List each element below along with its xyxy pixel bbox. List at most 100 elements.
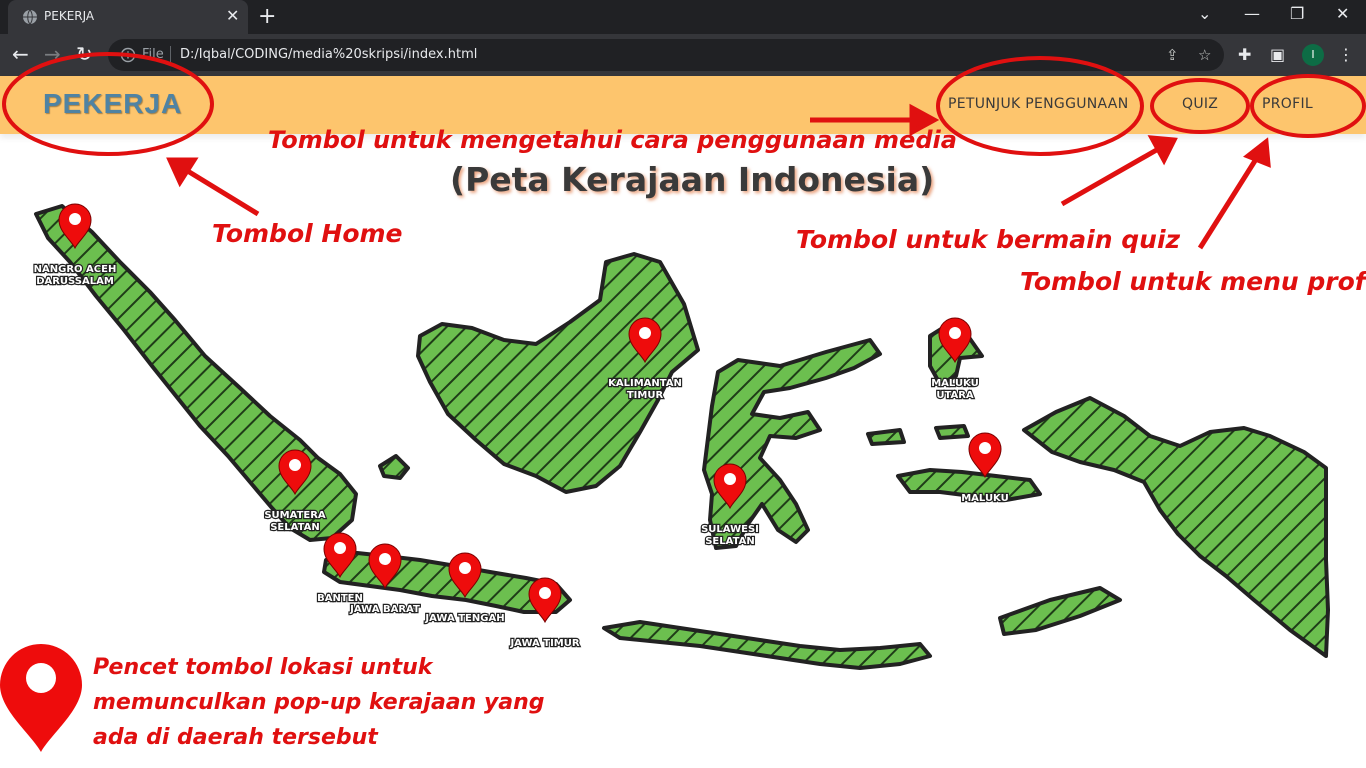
island-bali-nusa [602,620,932,670]
island-bangka [378,454,410,480]
map-pin-icon[interactable] [368,543,402,590]
location-label: MALUKU [931,378,979,389]
location-label: KALIMANTAN [608,378,682,389]
island-small-1 [866,428,906,446]
location-label: MALUKU [961,493,1009,504]
location-label: JAWA TIMUR [509,638,579,649]
side-panel-icon[interactable]: ▣ [1270,45,1285,64]
map-pin-icon[interactable] [938,317,972,364]
location-pin-9[interactable]: MALUKUUTARA [930,317,980,402]
reload-icon[interactable]: ↻ [76,44,93,64]
menu-kebab-icon[interactable]: ⋮ [1338,45,1354,64]
profile-arrowhead [1243,137,1271,168]
map-pin-dot [459,562,471,574]
extensions-icon[interactable]: ✚ [1238,45,1251,64]
profile-arrow [1197,154,1261,250]
close-tab-icon[interactable]: ✕ [226,6,239,25]
location-label: NANGRO ACEH [34,264,117,275]
address-bar[interactable]: File D:/Iqbal/CODING/media%20skripsi/ind… [108,39,1224,71]
location-label: JAWA TENGAH [424,613,504,624]
location-pin-2[interactable]: SUMATERASELATAN [263,449,327,534]
tab-search-icon[interactable]: ⌄ [1198,4,1211,23]
new-tab-icon[interactable]: + [258,4,276,29]
home-brand-link[interactable]: PEKERJA [43,88,182,120]
map-pin-icon[interactable] [968,432,1002,479]
bookmark-star-icon[interactable]: ☆ [1198,46,1211,64]
location-pin-10[interactable]: MALUKU [960,432,1010,505]
share-icon[interactable]: ⇪ [1166,46,1179,64]
island-seram [896,468,1042,502]
island-halmahera [928,324,984,386]
map-pin-dot [289,459,301,471]
home-arrowhead [166,157,199,188]
map-pin-dot [539,587,551,599]
island-kalimantan [416,252,700,494]
annotation-pin-hint-line3: ada di daerah tersebut [93,725,379,750]
location-label: BANTEN [317,593,363,604]
island-java [322,550,572,614]
map-pin-icon[interactable] [58,203,92,250]
app-navbar: PEKERJA PETUNJUK PENGGUNAAN QUIZ PROFIL [0,76,1366,134]
location-label: TIMUR [627,390,664,401]
legend-location-pin-icon [0,644,82,752]
location-label: UTARA [936,390,974,401]
map-pin-icon[interactable] [628,317,662,364]
annotation-quiz-text: Tombol untuk bermain quiz [796,225,1181,254]
location-label: JAWA BARAT [349,604,420,615]
annotation-home-text: Tombol Home [212,219,403,248]
location-label: SELATAN [270,522,320,533]
home-arrow [184,167,260,217]
map-pin-icon[interactable] [278,449,312,496]
location-label: SULAWESI [701,524,759,535]
forward-icon[interactable]: → [44,44,61,64]
location-label: SELATAN [705,536,755,547]
back-icon[interactable]: ← [12,44,29,64]
globe-icon [23,9,37,25]
minimize-icon[interactable]: — [1244,4,1260,23]
tab-title: PEKERJA [44,9,95,23]
island-papua [1022,396,1330,658]
annotation-profile-text: Tombol untuk menu profil [1020,267,1366,296]
island-sumatra [34,204,358,542]
map-pin-icon[interactable] [713,463,747,510]
address-scheme: File [142,47,164,62]
map-pin-dot [979,442,991,454]
location-pin-3[interactable]: BANTEN [316,532,364,605]
nav-petunjuk-penggunaan[interactable]: PETUNJUK PENGGUNAAN [948,96,1128,112]
island-timor [998,586,1122,636]
location-label: SUMATERA [264,510,326,521]
quiz-arrowhead [1147,135,1178,166]
location-pin-1[interactable]: NANGRO ACEHDARUSSALAM [32,203,118,288]
restore-icon[interactable]: ❐ [1290,4,1304,23]
map-pin-dot [379,553,391,565]
location-pin-4[interactable]: JAWA BARAT [348,543,421,616]
map-pin-icon[interactable] [323,532,357,579]
nav-quiz[interactable]: QUIZ [1182,96,1218,112]
quiz-arrow [1060,145,1162,207]
map-pin-dot [334,542,346,554]
address-divider [170,46,171,64]
island-small-2 [934,424,970,440]
browser-toolbar: ← → ↻ File D:/Iqbal/CODING/media%20skrip… [0,34,1366,76]
location-pin-6[interactable]: JAWA TIMUR [508,577,581,650]
map-pin-dot [724,473,736,485]
address-url[interactable]: D:/Iqbal/CODING/media%20skripsi/index.ht… [180,47,477,62]
close-window-icon[interactable]: ✕ [1336,4,1349,23]
map-pin-dot [69,213,81,225]
location-pins: NANGRO ACEHDARUSSALAMSUMATERASELATANBANT… [32,203,1010,650]
nav-profil[interactable]: PROFIL [1262,96,1313,112]
page-title: (Peta Kerajaan Indonesia) [450,160,935,199]
map-pin-dot [639,327,651,339]
location-pin-7[interactable]: KALIMANTANTIMUR [607,317,683,402]
annotation-pin-hint-line1: Pencet tombol lokasi untuk [93,655,434,680]
map-pin-icon[interactable] [448,552,482,599]
map-pin-icon[interactable] [528,577,562,624]
location-pin-8[interactable]: SULAWESISELATAN [700,463,760,548]
location-pin-5[interactable]: JAWA TENGAH [423,552,506,625]
info-icon[interactable] [120,47,136,63]
profile-avatar[interactable]: I [1302,44,1324,66]
browser-tab-strip: PEKERJA ✕ + ⌄ — ❐ ✕ [0,0,1366,34]
browser-tab[interactable]: PEKERJA ✕ [8,0,248,34]
island-sulawesi [702,338,882,550]
annotation-pin-hint-line2: memunculkan pop-up kerajaan yang [93,690,545,715]
